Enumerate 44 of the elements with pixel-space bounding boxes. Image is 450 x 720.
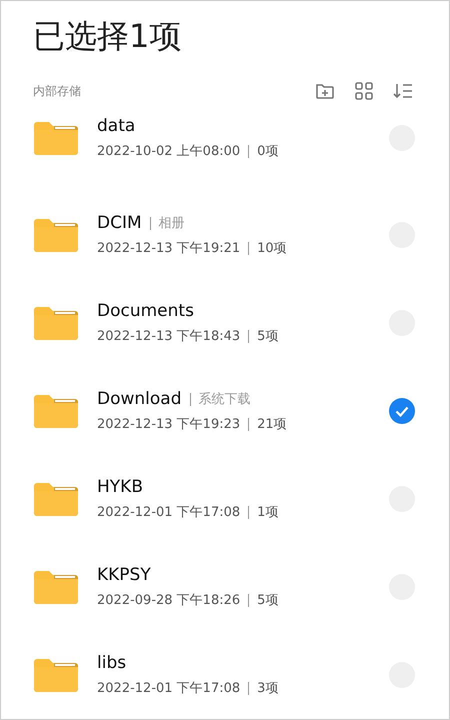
- folder-row[interactable]: Download 系统下载 2022-12-13 下午19:23 21项: [1, 367, 449, 455]
- folder-date: 2022-12-13 下午18:43: [97, 328, 240, 345]
- folder-icon: [34, 121, 78, 155]
- folder-name: data: [97, 116, 136, 136]
- folder-name: HYKB: [97, 477, 143, 497]
- item-count: 5项: [257, 328, 278, 345]
- folder-name: Download: [97, 389, 182, 409]
- select-checkbox[interactable]: [389, 398, 415, 424]
- folder-name: libs: [97, 653, 126, 673]
- section-label: 内部存储: [33, 82, 81, 100]
- folder-date: 2022-12-13 下午19:23: [97, 416, 240, 433]
- folder-name: DCIM: [97, 213, 142, 233]
- folder-icon: [34, 306, 78, 340]
- item-count: 3项: [257, 680, 278, 697]
- item-count: 1项: [257, 504, 278, 521]
- checkmark-icon: [395, 406, 409, 416]
- folder-tag: 系统下载: [198, 390, 251, 408]
- page-title: 已选择1项: [32, 16, 182, 57]
- folder-date: 2022-12-13 下午19:21: [97, 240, 240, 257]
- grid-view-icon[interactable]: [355, 82, 373, 100]
- folder-icon: [34, 482, 78, 516]
- folder-row[interactable]: HYKB 2022-12-01 下午17:08 1项: [1, 455, 449, 543]
- folder-row[interactable]: KKPSY 2022-09-28 下午18:26 5项: [1, 543, 449, 631]
- folder-row[interactable]: Documents 2022-12-13 下午18:43 5项: [1, 279, 449, 367]
- sort-icon[interactable]: [393, 82, 413, 100]
- folder-icon: [34, 658, 78, 692]
- folder-date: 2022-12-01 下午17:08: [97, 680, 240, 697]
- folder-row[interactable]: DCIM 相册 2022-12-13 下午19:21 10项: [1, 191, 449, 279]
- folder-date: 2022-10-02 上午08:00: [97, 143, 240, 160]
- folder-row[interactable]: data 2022-10-02 上午08:00 0项: [1, 103, 449, 173]
- folder-icon: [34, 394, 78, 428]
- folder-tag: 相册: [158, 214, 185, 232]
- item-count: 21项: [257, 416, 287, 433]
- new-folder-icon[interactable]: [315, 82, 335, 100]
- folder-name: KKPSY: [97, 565, 151, 585]
- folder-date: 2022-12-01 下午17:08: [97, 504, 240, 521]
- item-count: 0项: [257, 143, 278, 160]
- folder-row[interactable]: libs 2022-12-01 下午17:08 3项: [1, 631, 449, 719]
- folder-name: Documents: [97, 301, 194, 321]
- folder-icon: [34, 570, 78, 604]
- item-count: 10项: [257, 240, 287, 257]
- item-count: 5项: [257, 592, 278, 609]
- folder-date: 2022-09-28 下午18:26: [97, 592, 240, 609]
- folder-icon: [34, 218, 78, 252]
